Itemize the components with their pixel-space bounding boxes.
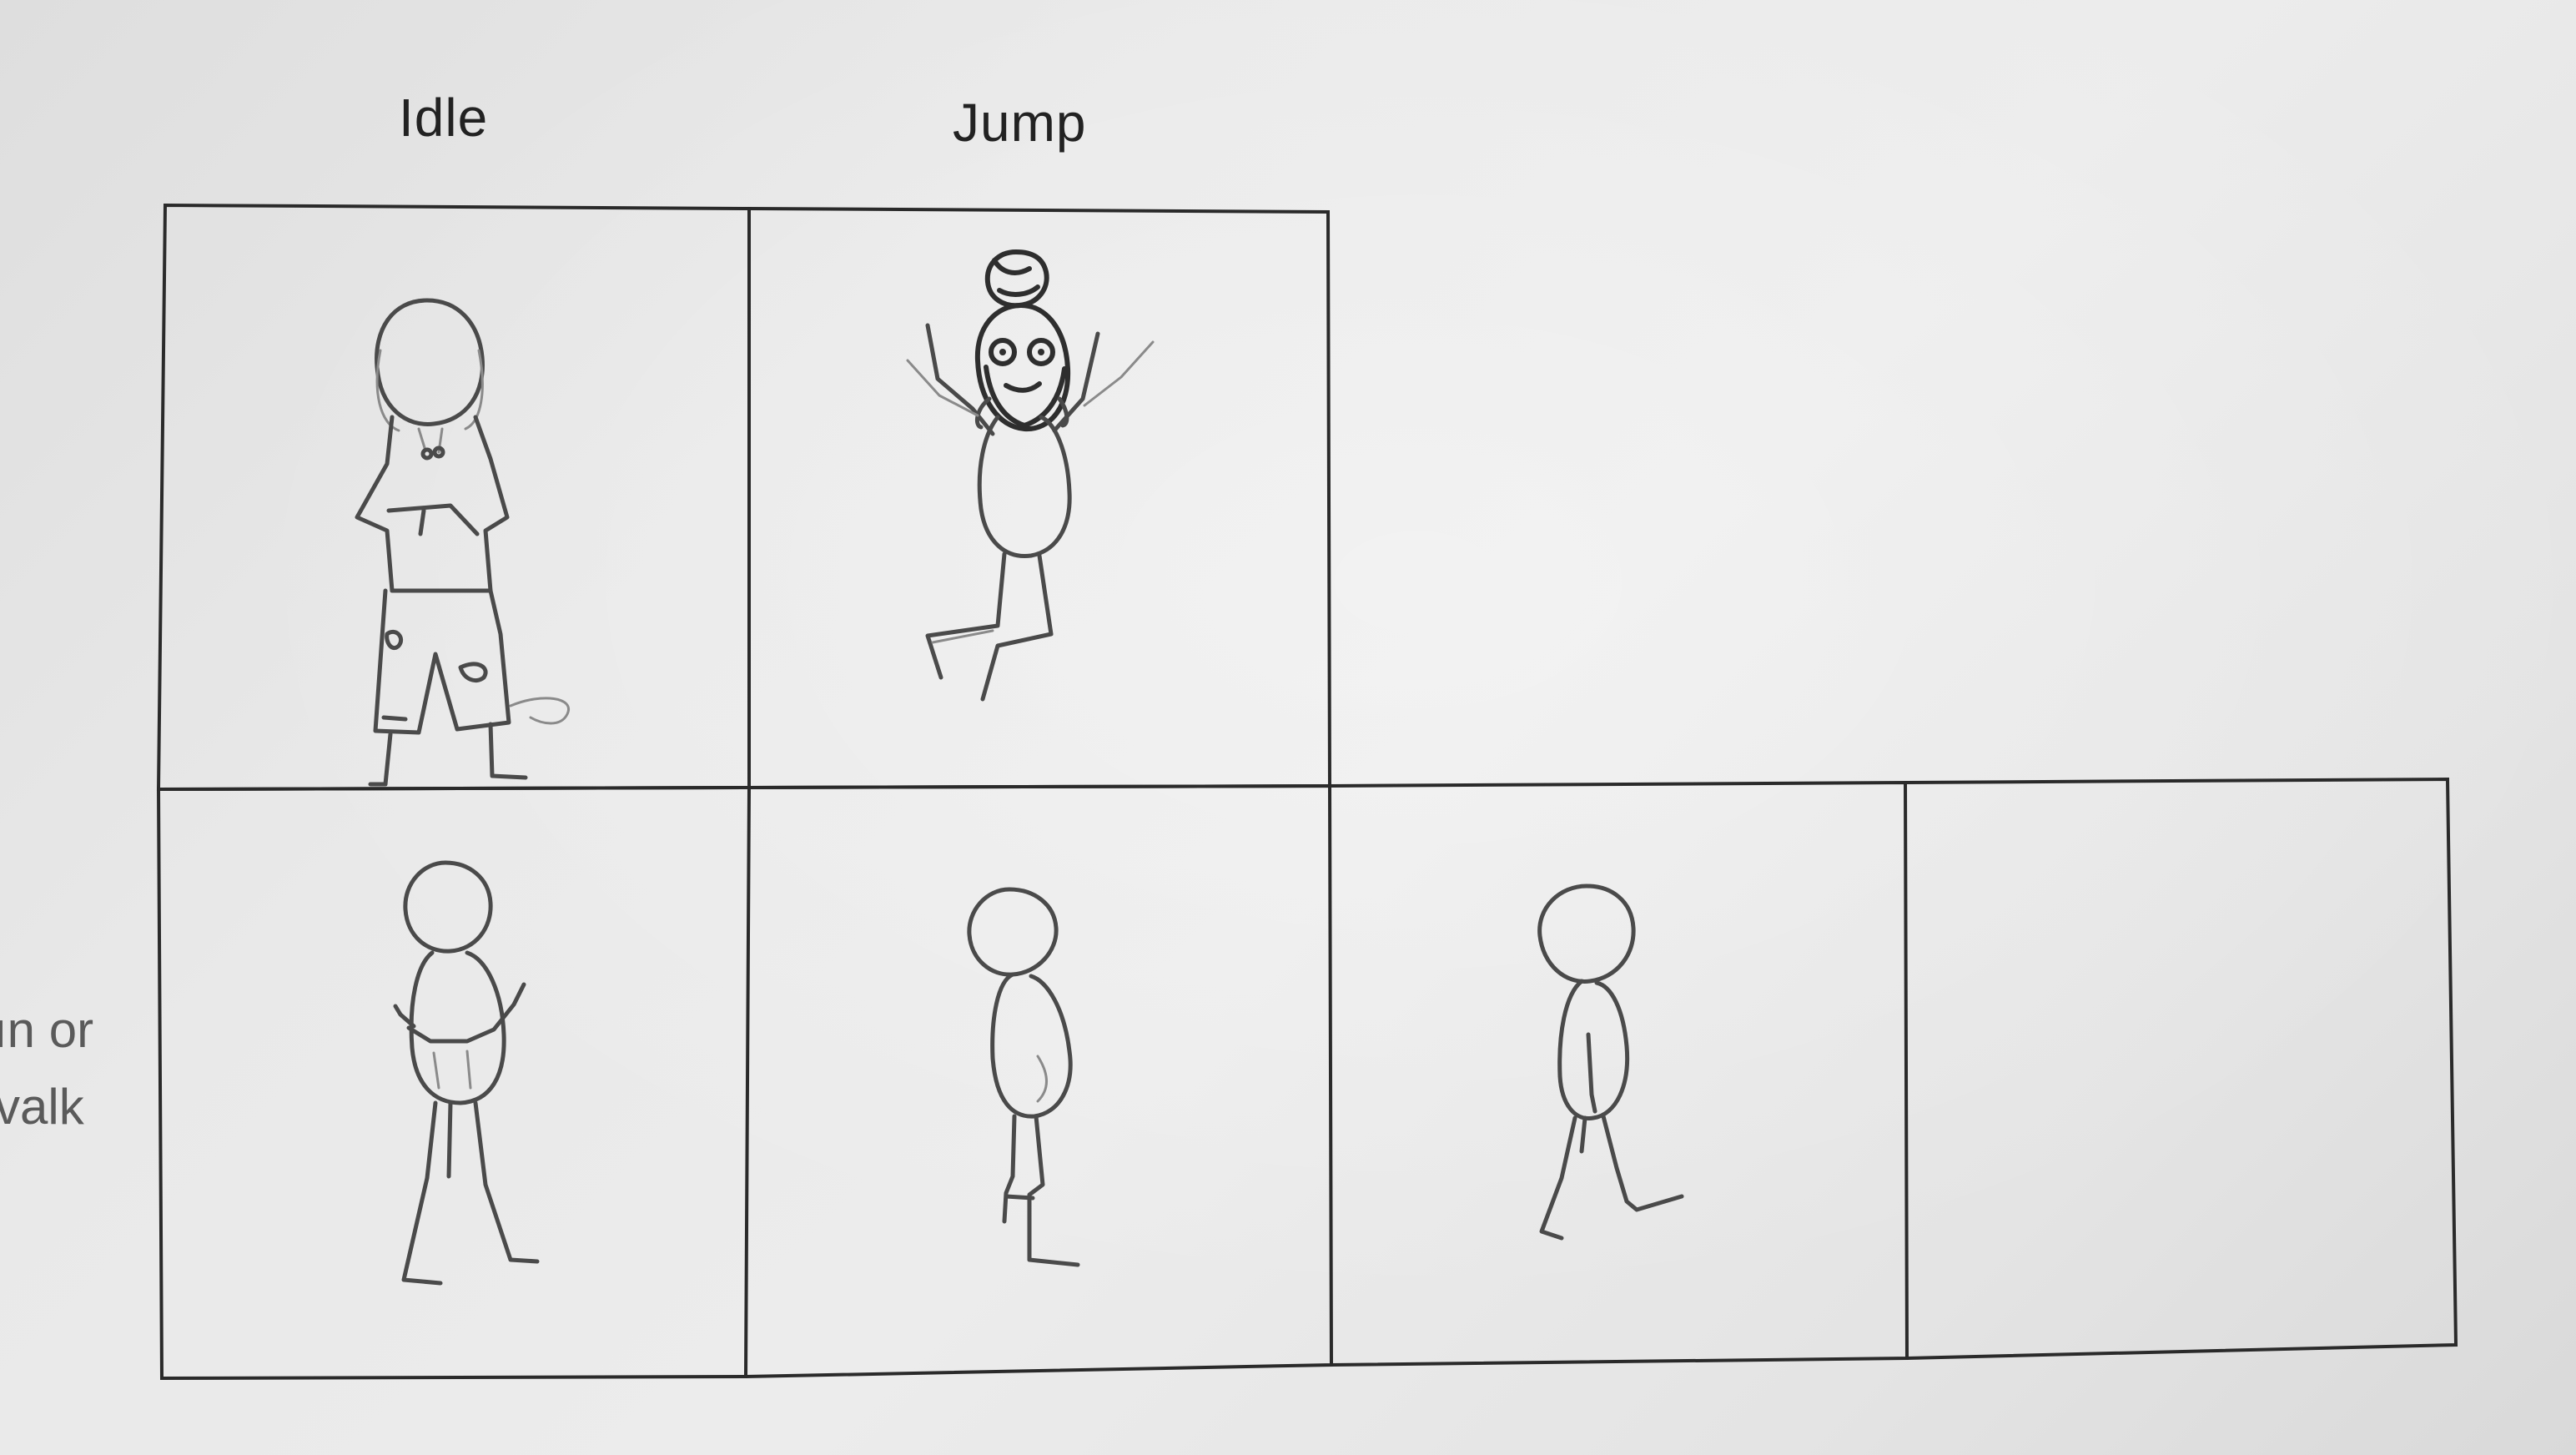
walk-figure-3 [1537,884,1684,1241]
idle-hoodie-figure [355,298,571,787]
frame-idle [156,203,751,792]
frame-walk-3 [1329,780,1909,1367]
frame-walk-2 [745,783,1334,1378]
walk-figure-1 [393,860,540,1286]
frame-walk-1 [156,785,752,1381]
jump-bun-figure [906,249,1155,702]
storyboard-grid [156,203,2458,1381]
walk-figure-2 [967,887,1080,1267]
frame-empty [1904,777,2458,1360]
